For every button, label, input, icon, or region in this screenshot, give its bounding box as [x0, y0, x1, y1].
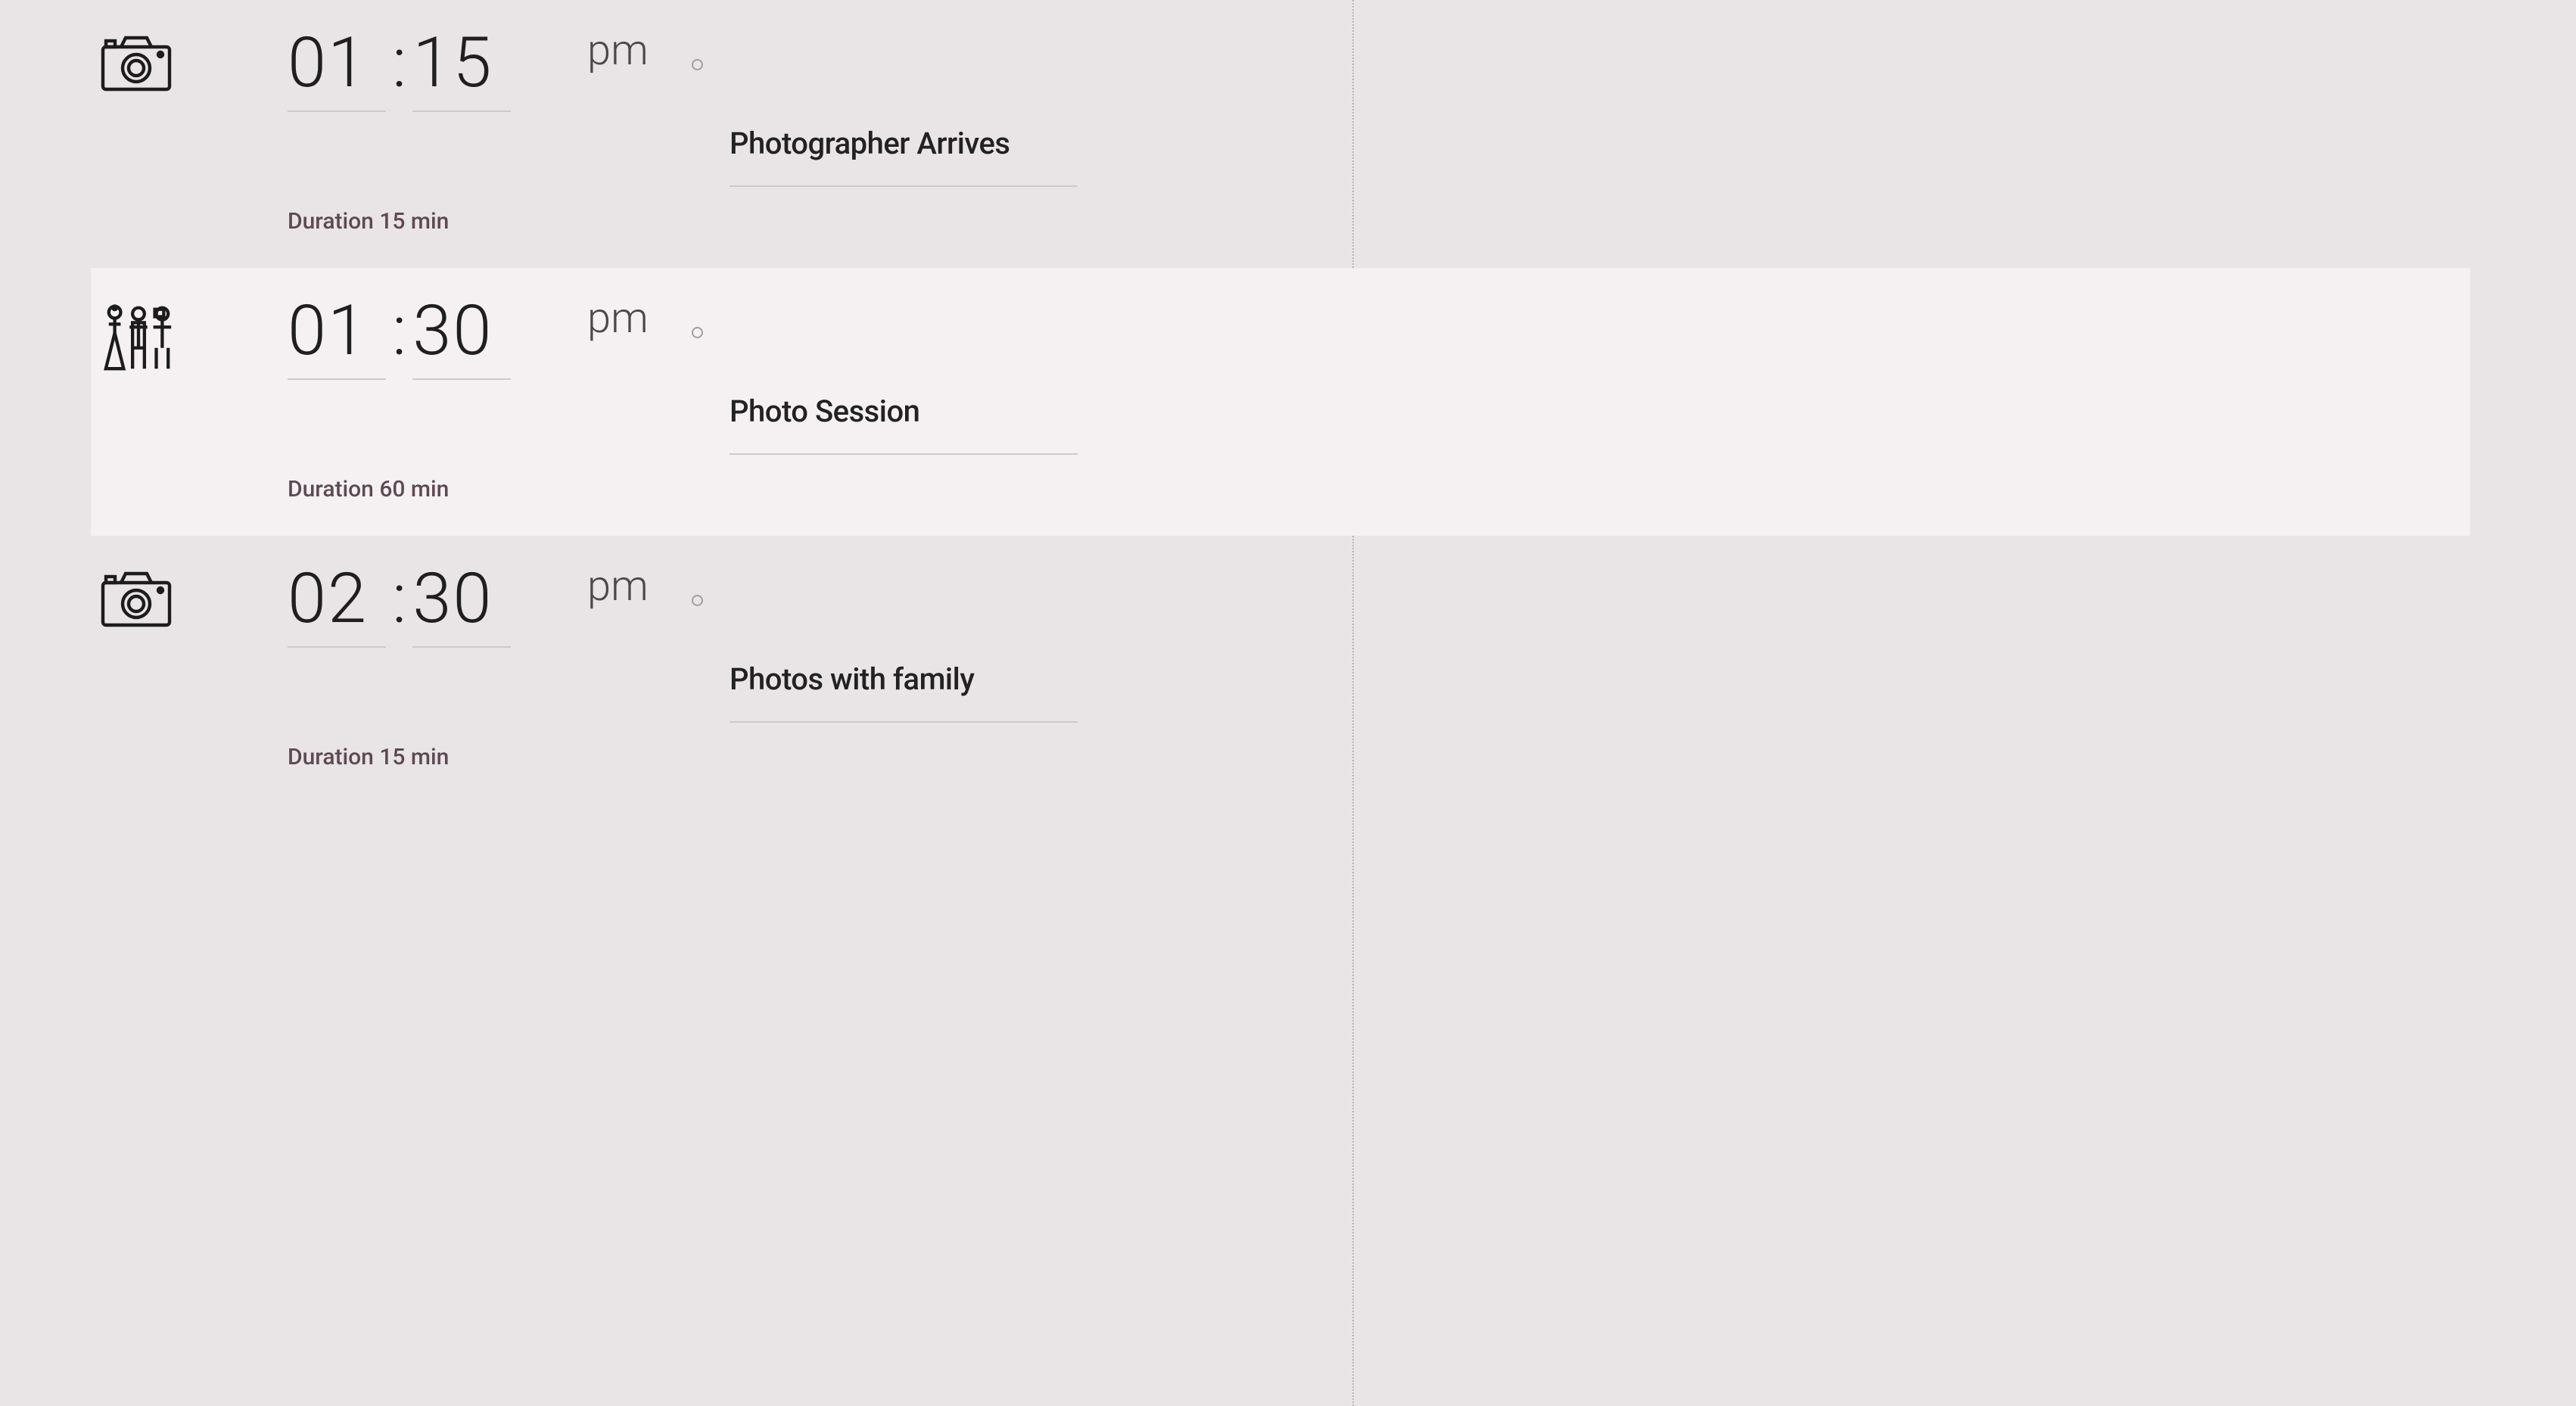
- minute-value: 30: [412, 558, 493, 639]
- hour-input[interactable]: 01: [288, 29, 386, 112]
- event-title[interactable]: Photo Session: [730, 393, 2470, 429]
- event-icon-cell: [91, 565, 189, 631]
- hour-value: 02: [288, 558, 368, 639]
- minute-input[interactable]: 15: [412, 29, 511, 112]
- event-duration: Duration 15 min: [288, 187, 696, 235]
- event-duration: Duration 60 min: [288, 455, 696, 502]
- ampm-toggle[interactable]: pm: [568, 297, 649, 339]
- title-underline: [730, 721, 1078, 723]
- ampm-toggle[interactable]: pm: [568, 565, 649, 607]
- timeline-event[interactable]: 01 : 30 pm Photo Session Duration 60 min: [91, 268, 2470, 536]
- time-colon: :: [390, 565, 408, 634]
- hour-input[interactable]: 02: [288, 565, 386, 648]
- timeline-marker: [692, 59, 703, 70]
- ampm-toggle[interactable]: pm: [568, 29, 649, 71]
- minute-input[interactable]: 30: [412, 565, 511, 648]
- title-underline: [730, 185, 1078, 187]
- timeline-marker: [692, 327, 703, 338]
- event-time[interactable]: 01 : 15: [288, 29, 568, 112]
- camera-icon: [100, 568, 173, 631]
- minute-underline: [412, 378, 511, 380]
- event-time[interactable]: 02 : 30: [288, 565, 568, 648]
- timeline-event[interactable]: 01 : 15 pm Photographer Arrives Duration…: [91, 0, 2470, 268]
- hour-underline: [288, 378, 386, 380]
- event-icon-cell: [91, 297, 189, 378]
- minute-value: 15: [412, 23, 493, 104]
- minute-underline: [412, 646, 511, 648]
- timeline-marker: [692, 595, 703, 606]
- event-time[interactable]: 01 : 30: [288, 297, 568, 380]
- minute-input[interactable]: 30: [412, 297, 511, 380]
- timeline-event[interactable]: 02 : 30 pm Photos with family Duration 1…: [91, 536, 2470, 804]
- event-title[interactable]: Photographer Arrives: [730, 126, 2470, 161]
- event-duration: Duration 15 min: [288, 723, 696, 770]
- hour-underline: [288, 110, 386, 112]
- time-colon: :: [390, 297, 408, 366]
- people-icon: [100, 300, 177, 378]
- event-icon-cell: [91, 29, 189, 95]
- hour-value: 01: [288, 23, 368, 104]
- minute-value: 30: [412, 291, 493, 372]
- camera-icon: [100, 32, 173, 95]
- title-underline: [730, 453, 1078, 455]
- minute-underline: [412, 110, 511, 112]
- hour-input[interactable]: 01: [288, 297, 386, 380]
- timeline-viewport: 01 : 15 pm Photographer Arrives Duration…: [0, 0, 2576, 1406]
- timeline-rows: 01 : 15 pm Photographer Arrives Duration…: [0, 0, 2576, 804]
- time-colon: :: [390, 29, 408, 98]
- hour-underline: [288, 646, 386, 648]
- hour-value: 01: [288, 291, 368, 372]
- event-title[interactable]: Photos with family: [730, 661, 2470, 697]
